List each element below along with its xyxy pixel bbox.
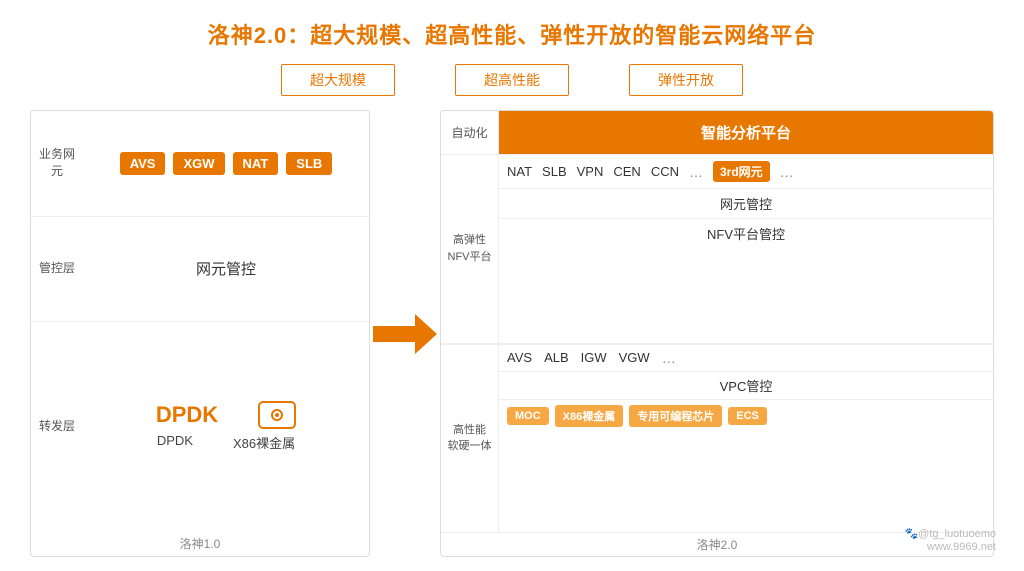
auto-section: 自动化 智能分析平台	[441, 111, 993, 155]
p-tag-alb: ALB	[544, 350, 569, 365]
tag-elastic: 弹性开放	[629, 64, 743, 96]
perf-content: AVS ALB IGW VGW … VPC管控 MOC X86裸金属 专用可编程…	[499, 345, 993, 533]
elastic-content: NAT SLB VPN CEN CCN … 3rd网元 … 网元管控 NFV平台…	[499, 155, 993, 343]
tag-slb: SLB	[286, 152, 332, 175]
elastic-label-line1: 高弹性	[453, 232, 486, 249]
auto-content-text: 智能分析平台	[701, 122, 791, 143]
dpdk-label: DPDK	[156, 402, 218, 428]
e-tag-cen: CEN	[613, 164, 640, 179]
arrow-head	[415, 314, 437, 354]
watermark-line1: 🐾@tg_luotuoemo	[904, 527, 996, 540]
e-tag-3rd: 3rd网元	[713, 161, 770, 182]
row-content-forward: DPDK DPDK	[83, 393, 369, 460]
hw-tag-moc: MOC	[507, 407, 549, 425]
control-text: 网元管控	[196, 258, 256, 279]
left-row-control: 管控层 网元管控	[31, 217, 369, 323]
main-container: 洛神2.0：超大规模、超高性能、弹性开放的智能云网络平台 超大规模 超高性能 弹…	[0, 0, 1024, 571]
left-box: 业务网元 AVS XGW NAT SLB 管控层 网元管控	[30, 110, 370, 557]
row-label-business: 业务网元	[31, 138, 83, 188]
elastic-tags-line: NAT SLB VPN CEN CCN … 3rd网元 …	[499, 155, 993, 189]
arrow-body	[373, 326, 415, 342]
tag-nat: NAT	[233, 152, 279, 175]
perf-label: 高性能 软硬一体	[441, 345, 499, 533]
p-tag-vgw: VGW	[619, 350, 650, 365]
right-box: 自动化 智能分析平台 高弹性 NFV平台 NAT SLB VPN	[440, 110, 994, 557]
elastic-label-line2: NFV平台	[448, 249, 492, 266]
perf-label-line2: 软硬一体	[448, 438, 492, 455]
left-row-forward: 转发层 DPDK	[31, 322, 369, 531]
elastic-label: 高弹性 NFV平台	[441, 155, 499, 343]
e-tag-nat: NAT	[507, 164, 532, 179]
tag-xgw: XGW	[173, 152, 224, 175]
eye-icon	[258, 401, 296, 429]
hw-tags-line: MOC X86裸金属 专用可编程芯片 ECS	[499, 400, 993, 432]
perf-section: 高性能 软硬一体 AVS ALB IGW VGW … VPC管控	[441, 345, 993, 533]
tag-avs: AVS	[120, 152, 166, 175]
hw-tag-ecs: ECS	[728, 407, 767, 425]
auto-label: 自动化	[441, 111, 499, 154]
e-tag-slb: SLB	[542, 164, 567, 179]
e-tag-dots1: …	[689, 164, 703, 180]
row-label-control: 管控层	[31, 252, 83, 285]
left-row-business: 业务网元 AVS XGW NAT SLB	[31, 111, 369, 217]
hw-tag-x86: X86裸金属	[555, 405, 624, 427]
auto-content: 智能分析平台	[499, 111, 993, 154]
perf-label-line1: 高性能	[453, 422, 486, 439]
dpdk-sub1: DPDK	[157, 433, 193, 452]
arrow-container	[370, 110, 440, 557]
tags-row: 超大规模 超高性能 弹性开放	[30, 64, 994, 96]
elastic-control2: NFV平台管控	[499, 219, 993, 248]
elastic-control1: 网元管控	[499, 189, 993, 219]
p-tag-dots: …	[662, 350, 676, 366]
e-tag-dots2: …	[780, 164, 794, 180]
e-tag-vpn: VPN	[577, 164, 604, 179]
p-tag-avs: AVS	[507, 350, 532, 365]
page-title: 洛神2.0：超大规模、超高性能、弹性开放的智能云网络平台	[30, 18, 994, 50]
row-label-forward: 转发层	[31, 410, 83, 443]
row-content-control: 网元管控	[83, 250, 369, 287]
dpdk-sub-row: DPDK X86裸金属	[157, 433, 295, 452]
left-rows: 业务网元 AVS XGW NAT SLB 管控层 网元管控	[31, 111, 369, 531]
row-content-business: AVS XGW NAT SLB	[83, 144, 369, 183]
left-bottom-label: 洛神1.0	[31, 531, 369, 556]
e-tag-ccn: CCN	[651, 164, 679, 179]
vpc-label: VPC管控	[499, 372, 993, 400]
watermark-line2: www.9969.net	[927, 541, 996, 553]
dpdk-sub2: X86裸金属	[233, 433, 295, 452]
diagram-row: 业务网元 AVS XGW NAT SLB 管控层 网元管控	[30, 110, 994, 557]
perf-tags-line: AVS ALB IGW VGW …	[499, 345, 993, 372]
dpdk-content: DPDK DPDK	[156, 401, 296, 452]
elastic-section: 高弹性 NFV平台 NAT SLB VPN CEN CCN … 3rd网元 …	[441, 155, 993, 344]
dpdk-row: DPDK	[156, 401, 296, 429]
p-tag-igw: IGW	[581, 350, 607, 365]
tag-perf: 超高性能	[455, 64, 569, 96]
hw-tag-fpga: 专用可编程芯片	[629, 405, 722, 427]
tag-scale: 超大规模	[281, 64, 395, 96]
watermark: 🐾@tg_luotuoemo www.9969.net	[904, 527, 996, 553]
